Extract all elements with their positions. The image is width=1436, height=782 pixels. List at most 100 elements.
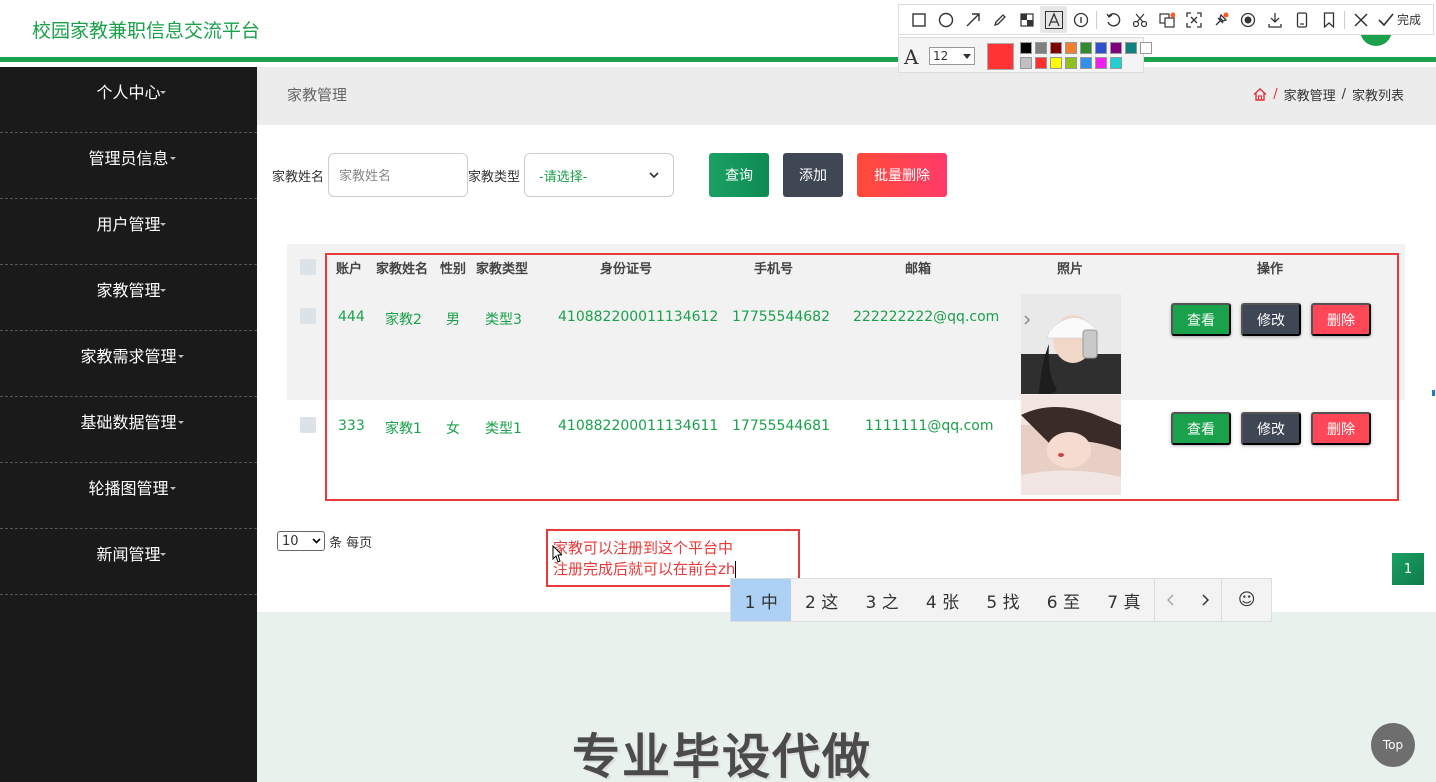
sidebar-item-news[interactable]: 新闻管理 [0, 529, 257, 595]
color-swatch[interactable] [1065, 42, 1077, 54]
ime-candidate[interactable]: 6 至 [1033, 579, 1093, 621]
undo-icon[interactable] [1099, 6, 1126, 33]
query-button[interactable]: 查询 [709, 153, 770, 197]
phone-icon[interactable] [1288, 6, 1315, 33]
color-swatch[interactable] [1080, 57, 1092, 69]
color-swatch[interactable] [1095, 57, 1107, 69]
back-to-top-button[interactable]: Top [1371, 723, 1415, 767]
color-swatch[interactable] [1050, 57, 1062, 69]
search-bar: 家教姓名 家教类型 -请选择- 查询 添加 批量删除 [272, 153, 948, 197]
page-size-select[interactable]: 10 [277, 531, 325, 551]
rectangle-tool-icon[interactable] [905, 6, 932, 33]
sidebar-item-label: 基础数据管理 [80, 413, 177, 432]
color-swatch[interactable] [1020, 57, 1032, 69]
done-button[interactable]: 完成 [1378, 11, 1421, 28]
site-title[interactable]: 校园家教兼职信息交流平台 [32, 16, 260, 43]
annotation-line-2-wrap: 注册完成后就可以在前台zh [553, 559, 798, 580]
sidebar: 个人中心 管理员信息 用户管理 家教管理 家教需求管理 基础数据管理 轮播图管理… [0, 67, 257, 782]
record-tool-icon[interactable] [1234, 6, 1261, 33]
text-style-toolbar: A 12 [898, 37, 1152, 73]
chevron-down-icon [649, 171, 659, 178]
breadcrumb-separator: / [1341, 87, 1346, 102]
sidebar-item-label: 新闻管理 [96, 545, 161, 564]
color-swatch[interactable] [1020, 42, 1032, 54]
annotation-rectangle[interactable] [325, 253, 1399, 501]
page-size-suffix: 条 每页 [329, 535, 373, 551]
mosaic-tool-icon[interactable] [1013, 6, 1040, 33]
sidebar-item-label: 用户管理 [96, 215, 161, 234]
text-caret [735, 561, 737, 578]
check-icon [1378, 12, 1394, 26]
add-button[interactable]: 添加 [783, 153, 844, 197]
caret-down-icon [963, 53, 971, 59]
color-swatch[interactable] [1095, 42, 1107, 54]
caret-down-icon [178, 421, 184, 424]
font-size-icon: A [904, 45, 919, 69]
ime-candidate[interactable]: 3 之 [852, 579, 912, 621]
color-swatch[interactable] [1110, 57, 1122, 69]
ime-prev-page-icon[interactable] [1154, 579, 1188, 621]
color-swatch[interactable] [1140, 42, 1152, 54]
ime-emoji-icon[interactable]: ☺ [1221, 579, 1271, 621]
tutor-type-select[interactable]: -请选择- [524, 153, 675, 197]
bookmark-icon[interactable] [1315, 6, 1342, 33]
ime-candidate[interactable]: 1 中 [731, 579, 792, 621]
breadcrumb-item-tutor-management[interactable]: 家教管理 [1284, 85, 1336, 104]
annotation-line-2: 注册完成后就可以在前台zh [553, 560, 736, 578]
sidebar-item-admin-info[interactable]: 管理员信息 [0, 133, 257, 199]
ime-candidate[interactable]: 2 这 [791, 579, 851, 621]
ellipse-tool-icon[interactable] [932, 6, 959, 33]
color-swatch[interactable] [1035, 42, 1047, 54]
page-header-bar: 家教管理 / 家教管理 / 家教列表 [257, 67, 1436, 125]
sidebar-item-tutor-management[interactable]: 家教管理 [0, 265, 257, 331]
ime-candidate[interactable]: 4 张 [912, 579, 972, 621]
download-icon[interactable] [1261, 6, 1288, 33]
ime-candidate[interactable]: 5 找 [973, 579, 1033, 621]
caret-down-icon [160, 223, 166, 226]
breadcrumb: / 家教管理 / 家教列表 [1253, 85, 1404, 104]
ime-next-page-icon[interactable] [1188, 579, 1222, 621]
sidebar-item-user-management[interactable]: 用户管理 [0, 199, 257, 265]
page-size-control: 10 条 每页 [277, 531, 372, 551]
home-icon[interactable] [1253, 88, 1267, 101]
ime-candidate-bar: 1 中 2 这 3 之 4 张 5 找 6 至 7 真 ☺ [730, 578, 1272, 622]
sidebar-item-basic-data[interactable]: 基础数据管理 [0, 397, 257, 463]
color-swatch[interactable] [1110, 42, 1122, 54]
crop-tool-icon[interactable] [1126, 6, 1153, 33]
ocr-tool-icon[interactable] [1180, 6, 1207, 33]
pen-tool-icon[interactable] [986, 6, 1013, 33]
mouse-cursor-icon [552, 545, 562, 563]
row-checkbox[interactable] [300, 417, 316, 433]
page-title: 家教管理 [287, 86, 348, 104]
done-label: 完成 [1397, 13, 1422, 27]
page-number-button[interactable]: 1 [1392, 553, 1424, 585]
row-checkbox[interactable] [300, 308, 316, 324]
select-all-checkbox[interactable] [300, 259, 316, 275]
arrow-tool-icon[interactable] [959, 6, 986, 33]
caret-down-icon [160, 289, 166, 292]
translate-tool-icon[interactable] [1153, 6, 1180, 33]
batch-delete-button[interactable]: 批量删除 [857, 153, 948, 197]
breadcrumb-item-tutor-list: 家教列表 [1351, 89, 1404, 104]
sidebar-item-carousel[interactable]: 轮播图管理 [0, 463, 257, 529]
font-size-select[interactable]: 12 [929, 47, 975, 65]
color-swatch[interactable] [1125, 42, 1137, 54]
color-swatch[interactable] [1035, 57, 1047, 69]
tutor-name-label: 家教姓名 [272, 169, 325, 185]
pin-tool-icon[interactable] [1207, 6, 1234, 33]
text-tool-icon[interactable] [1040, 6, 1067, 33]
color-swatch[interactable] [1050, 42, 1062, 54]
close-icon[interactable] [1347, 6, 1374, 33]
toolbar-divider [1344, 10, 1345, 29]
current-color-swatch[interactable] [987, 43, 1014, 70]
sidebar-item-personal-center[interactable]: 个人中心 [0, 67, 257, 133]
annotation-line-1: 家教可以注册到这个平台中 [553, 539, 734, 557]
number-marker-icon[interactable] [1067, 6, 1094, 33]
tutor-name-input[interactable] [328, 153, 469, 197]
tutor-type-label: 家教类型 [468, 169, 521, 185]
color-swatch[interactable] [1080, 42, 1092, 54]
caret-down-icon [160, 91, 166, 94]
ime-candidate[interactable]: 7 真 [1094, 579, 1154, 621]
sidebar-item-tutor-demand[interactable]: 家教需求管理 [0, 331, 257, 397]
color-swatch[interactable] [1065, 57, 1077, 69]
